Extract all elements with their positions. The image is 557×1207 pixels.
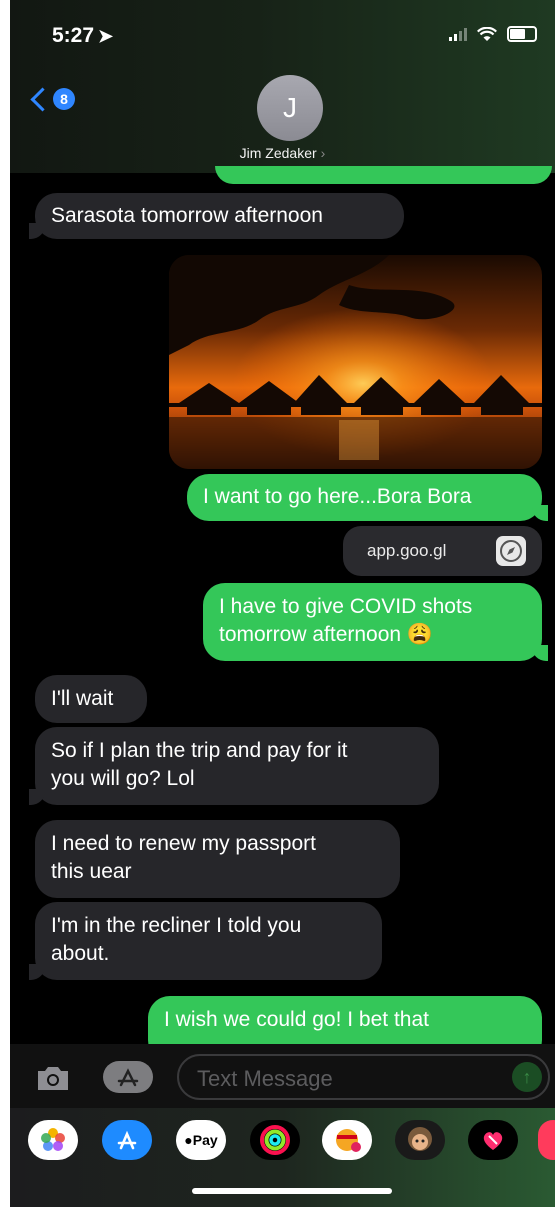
- message-text: I'm in the recliner I told you: [51, 914, 302, 937]
- apple-pay-icon[interactable]: ● Pay: [176, 1120, 226, 1160]
- message-input[interactable]: Text Message ↑: [177, 1054, 550, 1100]
- battery-icon: [507, 26, 537, 42]
- incoming-message[interactable]: I need to renew my passport this uear: [35, 820, 400, 898]
- location-arrow-icon: ➤: [98, 26, 114, 46]
- apple-logo-icon: ●: [184, 1132, 193, 1148]
- memoji-icon[interactable]: [395, 1120, 445, 1160]
- wifi-icon: [477, 26, 497, 41]
- messages-screen: 5:27 ➤ 8 J Jim Zedaker › Sarasota tomorrow…: [10, 0, 555, 1207]
- chevron-left-icon: [30, 86, 55, 112]
- apple-pay-label: Pay: [192, 1132, 218, 1148]
- message-text: I'll wait: [51, 687, 114, 710]
- incoming-message[interactable]: Sarasota tomorrow afternoon: [29, 193, 404, 239]
- status-time: 5:27 ➤: [52, 24, 113, 48]
- status-icons: [449, 26, 537, 42]
- chevron-right-icon: ›: [320, 145, 326, 161]
- camera-icon[interactable]: [35, 1064, 71, 1092]
- back-button[interactable]: 8: [30, 86, 75, 112]
- outgoing-message[interactable]: I have to give COVID shots tomorrow afte…: [203, 583, 548, 661]
- cellular-signal-icon: [449, 27, 467, 41]
- compose-bar: Text Message ↑: [10, 1044, 555, 1108]
- message-text: I want to go here...Bora Bora: [203, 485, 472, 508]
- send-arrow-icon[interactable]: ↑: [512, 1062, 542, 1092]
- time-label: 5:27: [52, 24, 95, 47]
- more-apps-icon[interactable]: [538, 1120, 555, 1160]
- message-text: I have to give COVID shots: [219, 595, 473, 618]
- app-drawer: ● Pay: [10, 1108, 555, 1207]
- outgoing-message[interactable]: I want to go here...Bora Bora: [187, 474, 548, 521]
- app-store-icon[interactable]: [102, 1120, 152, 1160]
- message-text: I wish we could go! I bet that: [164, 1008, 429, 1031]
- message-text: about.: [51, 942, 110, 965]
- message-text: tomorrow afternoon 😩: [219, 623, 434, 646]
- photos-icon[interactable]: [28, 1120, 78, 1160]
- conversation-header: 5:27 ➤ 8 J Jim Zedaker ›: [10, 0, 555, 184]
- image-attachment[interactable]: [169, 255, 542, 469]
- message-text: Sarasota tomorrow afternoon: [51, 204, 323, 227]
- message-text: I need to renew my passport: [51, 832, 316, 855]
- link-url: app.goo.gl: [367, 541, 447, 560]
- unread-badge: 8: [53, 88, 75, 110]
- incoming-message[interactable]: I'll wait: [35, 675, 147, 723]
- incoming-message[interactable]: So if I plan the trip and pay for it you…: [29, 727, 439, 805]
- message-text: you will go? Lol: [51, 767, 195, 790]
- overwater-bungalows-photo: [169, 255, 542, 469]
- contact-name-button[interactable]: Jim Zedaker ›: [10, 145, 555, 161]
- message-text: this uear: [51, 860, 132, 883]
- memoji-stickers-icon[interactable]: [322, 1120, 372, 1160]
- incoming-message[interactable]: I'm in the recliner I told you about.: [29, 902, 382, 980]
- contact-name: Jim Zedaker: [239, 145, 317, 161]
- digital-touch-icon[interactable]: [468, 1120, 518, 1160]
- contact-avatar[interactable]: J: [257, 75, 323, 141]
- app-store-icon: [117, 1068, 139, 1087]
- home-indicator[interactable]: [192, 1188, 392, 1194]
- message-text: So if I plan the trip and pay for it: [51, 739, 348, 762]
- previous-message-bubble: [215, 166, 552, 184]
- link-preview[interactable]: app.goo.gl: [343, 526, 542, 576]
- safari-compass-icon: [496, 536, 526, 566]
- message-input-placeholder: Text Message: [197, 1066, 333, 1091]
- apps-button[interactable]: [103, 1061, 153, 1093]
- activity-icon[interactable]: [250, 1120, 300, 1160]
